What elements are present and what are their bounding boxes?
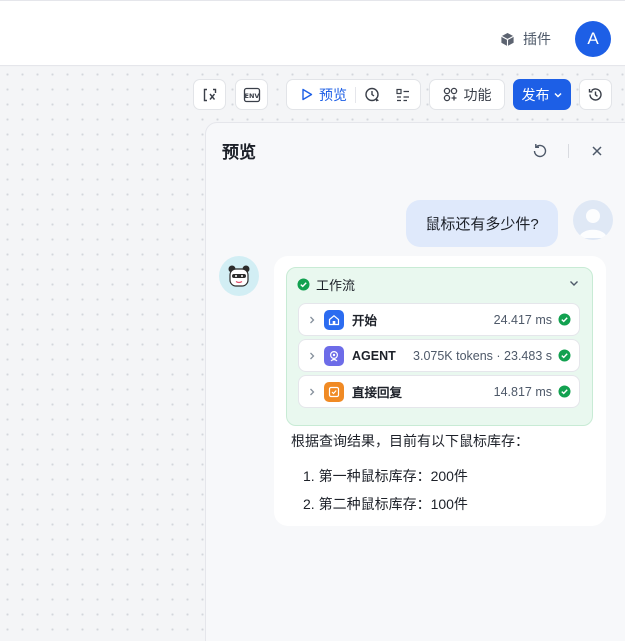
env-button[interactable]: ENV xyxy=(235,79,268,110)
workflow-trace[interactable]: 工作流 开始 24.417 ms AGENT 3.075K tokens · 2… xyxy=(286,267,593,426)
features-button[interactable]: 功能 xyxy=(429,79,505,110)
history-icon xyxy=(588,88,602,101)
env-icon: ENV xyxy=(243,87,260,102)
workflow-header: 工作流 xyxy=(297,275,355,293)
user-message-bubble: 鼠标还有多少件? xyxy=(406,200,558,247)
variables-button[interactable] xyxy=(193,79,226,110)
bot-avatar xyxy=(219,256,259,296)
step-name: 直接回复 xyxy=(352,386,403,400)
preview-panel: 预览 鼠标还有多少件? 工作流 开始 24.417 ms AGENT 3.075… xyxy=(205,122,625,641)
workflow-step[interactable]: 开始 24.417 ms xyxy=(298,303,580,336)
checklist-icon[interactable] xyxy=(395,87,411,103)
cube-icon xyxy=(501,32,514,46)
panel-header-divider xyxy=(568,144,569,158)
home-icon xyxy=(324,309,344,330)
publish-label: 发布 xyxy=(521,86,550,103)
chevron-down-icon xyxy=(553,92,562,98)
workflow-label: 工作流 xyxy=(316,277,356,293)
chevron-right-icon xyxy=(310,388,315,395)
svg-text:ENV: ENV xyxy=(244,92,259,100)
plugin-button[interactable]: 插件 xyxy=(500,27,551,51)
bot-message-card: 工作流 开始 24.417 ms AGENT 3.075K tokens · 2… xyxy=(274,256,606,526)
preview-label: 预览 xyxy=(319,86,347,103)
top-bar: 插件 A xyxy=(0,0,625,66)
refresh-icon[interactable] xyxy=(531,142,549,160)
reply-icon xyxy=(324,381,344,402)
run-history-icon[interactable] xyxy=(364,86,381,103)
step-meta: 3.075K tokens · 23.483 s xyxy=(413,348,552,363)
check-circle-icon xyxy=(558,385,571,398)
answer-list-item: 1. 第一种鼠标库存：200件 xyxy=(303,468,468,484)
close-icon[interactable] xyxy=(589,143,605,159)
check-circle-icon xyxy=(558,313,571,326)
answer-list-item: 2. 第二种鼠标库存：100件 xyxy=(303,496,468,512)
check-circle-icon xyxy=(558,349,571,362)
workflow-step[interactable]: 直接回复 14.817 ms xyxy=(298,375,580,408)
play-icon xyxy=(302,88,313,101)
agent-icon xyxy=(324,345,344,366)
formula-icon xyxy=(203,88,216,101)
chevron-right-icon xyxy=(310,352,315,359)
step-name: 开始 xyxy=(352,314,378,328)
answer-intro: 根据查询结果，目前有以下鼠标库存： xyxy=(291,433,529,449)
publish-button[interactable]: 发布 xyxy=(513,79,571,110)
plugin-label: 插件 xyxy=(523,31,551,47)
step-name: AGENT xyxy=(352,348,396,363)
person-icon xyxy=(579,209,607,238)
step-meta: 24.417 ms xyxy=(493,312,552,327)
features-label: 功能 xyxy=(463,86,492,103)
user-avatar-top[interactable]: A xyxy=(575,21,611,57)
chevron-right-icon xyxy=(310,316,315,323)
preview-group: 预览 xyxy=(286,79,421,110)
panel-title: 预览 xyxy=(222,143,256,162)
apps-icon xyxy=(443,87,457,102)
user-message-text: 鼠标还有多少件? xyxy=(425,216,539,233)
preview-button[interactable]: 预览 xyxy=(301,85,347,105)
user-avatar xyxy=(573,200,613,240)
panda-bot-icon xyxy=(228,265,250,287)
history-button[interactable] xyxy=(579,79,612,110)
toolbar-divider xyxy=(355,86,356,103)
workflow-step[interactable]: AGENT 3.075K tokens · 23.483 s xyxy=(298,339,580,372)
chevron-down-icon[interactable] xyxy=(568,277,580,289)
check-circle-icon xyxy=(297,278,310,290)
step-meta: 14.817 ms xyxy=(493,384,552,399)
